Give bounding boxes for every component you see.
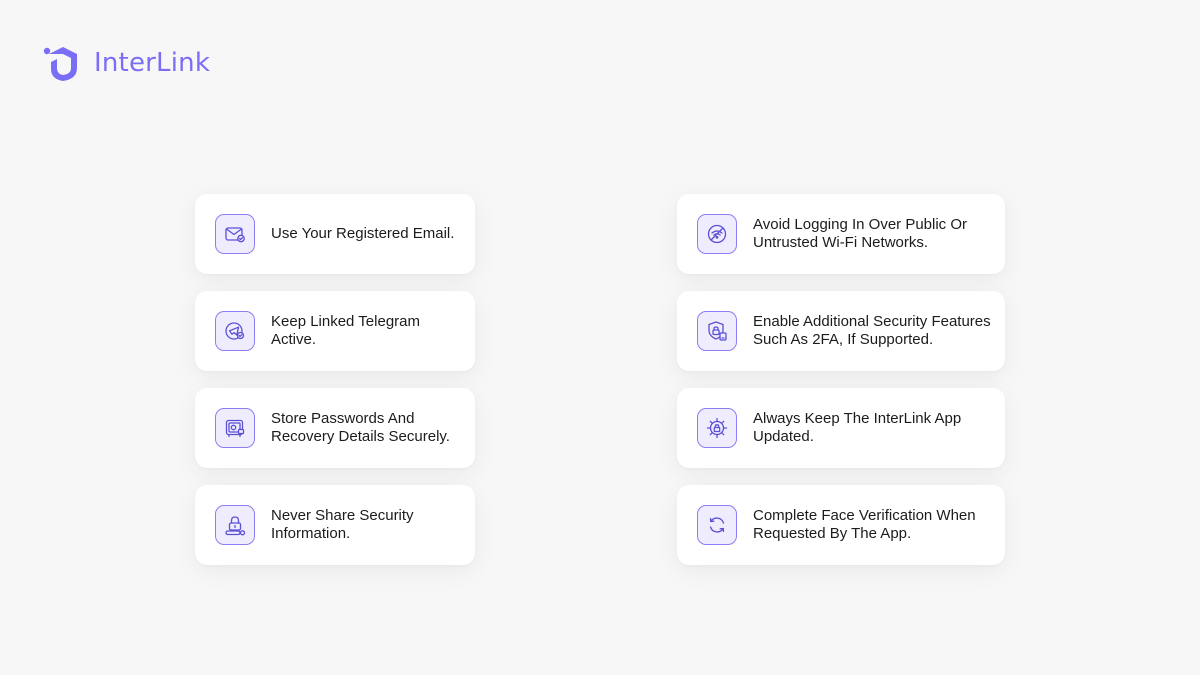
tip-text: Keep Linked Telegram Active.	[271, 313, 420, 348]
tip-text: Never Share Security Information.	[271, 507, 414, 542]
tip-text: Avoid Logging In Over Public Or Untruste…	[753, 216, 968, 251]
safe-icon	[215, 408, 255, 448]
shield-lock-icon	[697, 311, 737, 351]
tip-card: Never Share Security Information.	[195, 485, 475, 565]
tip-card: Use Your Registered Email.	[195, 194, 475, 274]
tip-text: Use Your Registered Email.	[271, 225, 455, 242]
email-check-icon	[215, 214, 255, 254]
left-tips-column: Use Your Registered Email. Keep Linked T…	[195, 194, 475, 565]
tip-card: Store Passwords And Recovery Details Sec…	[195, 388, 475, 468]
refresh-icon	[697, 505, 737, 545]
wifi-blocked-icon	[697, 214, 737, 254]
interlink-logo-icon	[43, 47, 77, 81]
tip-card: Keep Linked Telegram Active.	[195, 291, 475, 371]
right-tips-column: Avoid Logging In Over Public Or Untruste…	[677, 194, 1005, 565]
brand-name: InterLink	[94, 48, 211, 78]
tip-text: Complete Face Verification When Requeste…	[753, 507, 976, 542]
tip-card: Enable Additional Security Features Such…	[677, 291, 1005, 371]
brand-logo: InterLink	[42, 42, 210, 84]
gear-lock-icon	[697, 408, 737, 448]
lock-password-icon	[215, 505, 255, 545]
tip-text: Store Passwords And Recovery Details Sec…	[271, 410, 450, 445]
telegram-check-icon	[215, 311, 255, 351]
tip-card: Avoid Logging In Over Public Or Untruste…	[677, 194, 1005, 274]
tip-text: Enable Additional Security Features Such…	[753, 313, 991, 348]
tip-card: Complete Face Verification When Requeste…	[677, 485, 1005, 565]
tip-text: Always Keep The InterLink App Updated.	[753, 410, 962, 445]
tip-card: Always Keep The InterLink App Updated.	[677, 388, 1005, 468]
